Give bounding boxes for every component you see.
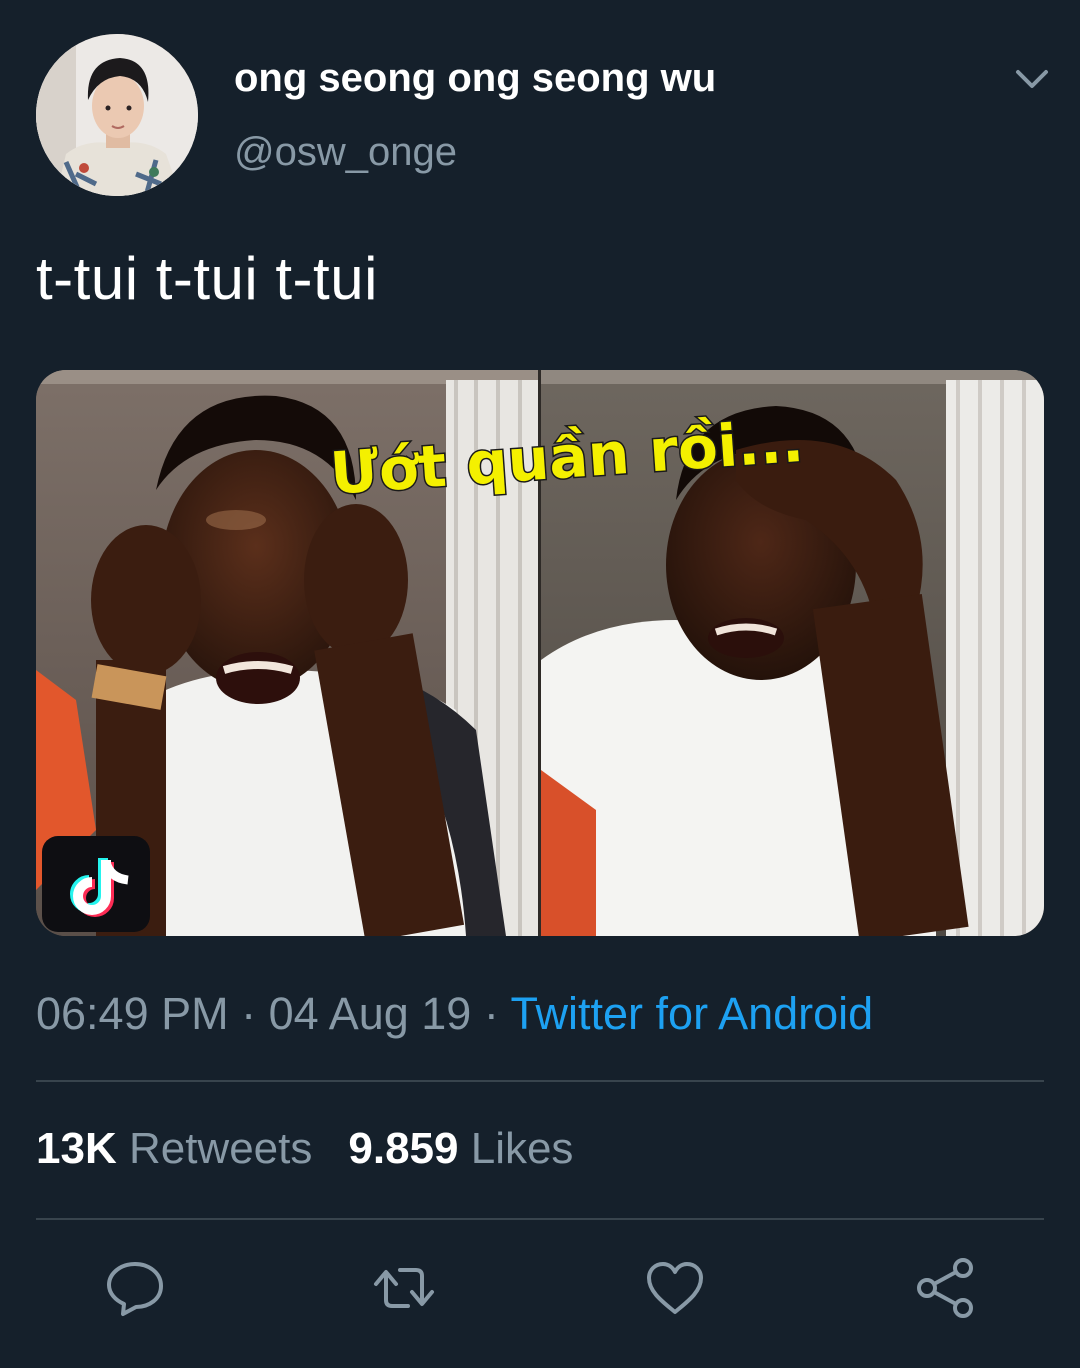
share-icon[interactable] [913, 1256, 977, 1320]
retweet-icon[interactable] [372, 1256, 436, 1320]
tweet-time: 06:49 PM [36, 988, 229, 1039]
divider [36, 1218, 1044, 1220]
tweet-stats: 13K Retweets 9.859 Likes [36, 1124, 573, 1174]
tiktok-logo-icon [42, 836, 150, 932]
reply-icon[interactable] [103, 1256, 167, 1320]
retweets-stat[interactable]: 13K Retweets [36, 1124, 312, 1173]
tweet-media[interactable]: Ướt quần rồi... [36, 370, 1044, 936]
tweet-meta: 06:49 PM · 04 Aug 19 · Twitter for Andro… [36, 988, 873, 1040]
meta-separator: · [228, 988, 269, 1039]
likes-stat[interactable]: 9.859 Likes [348, 1124, 573, 1173]
retweets-count: 13K [36, 1124, 117, 1173]
retweets-label: Retweets [128, 1124, 313, 1173]
handle[interactable]: @osw_onge [234, 130, 457, 175]
divider [36, 1080, 1044, 1082]
tweet-text: t-tui t-tui t-tui [36, 245, 378, 312]
likes-count: 9.859 [348, 1124, 459, 1173]
display-name[interactable]: ong seong ong seong wu [234, 56, 716, 101]
likes-label: Likes [470, 1124, 574, 1173]
chevron-down-icon[interactable] [1012, 62, 1052, 96]
avatar[interactable] [36, 34, 198, 196]
tweet-source-link[interactable]: Twitter for Android [511, 988, 874, 1039]
heart-icon[interactable] [643, 1256, 707, 1320]
tweet-date: 04 Aug 19 [268, 988, 472, 1039]
meta-separator: · [471, 988, 511, 1039]
